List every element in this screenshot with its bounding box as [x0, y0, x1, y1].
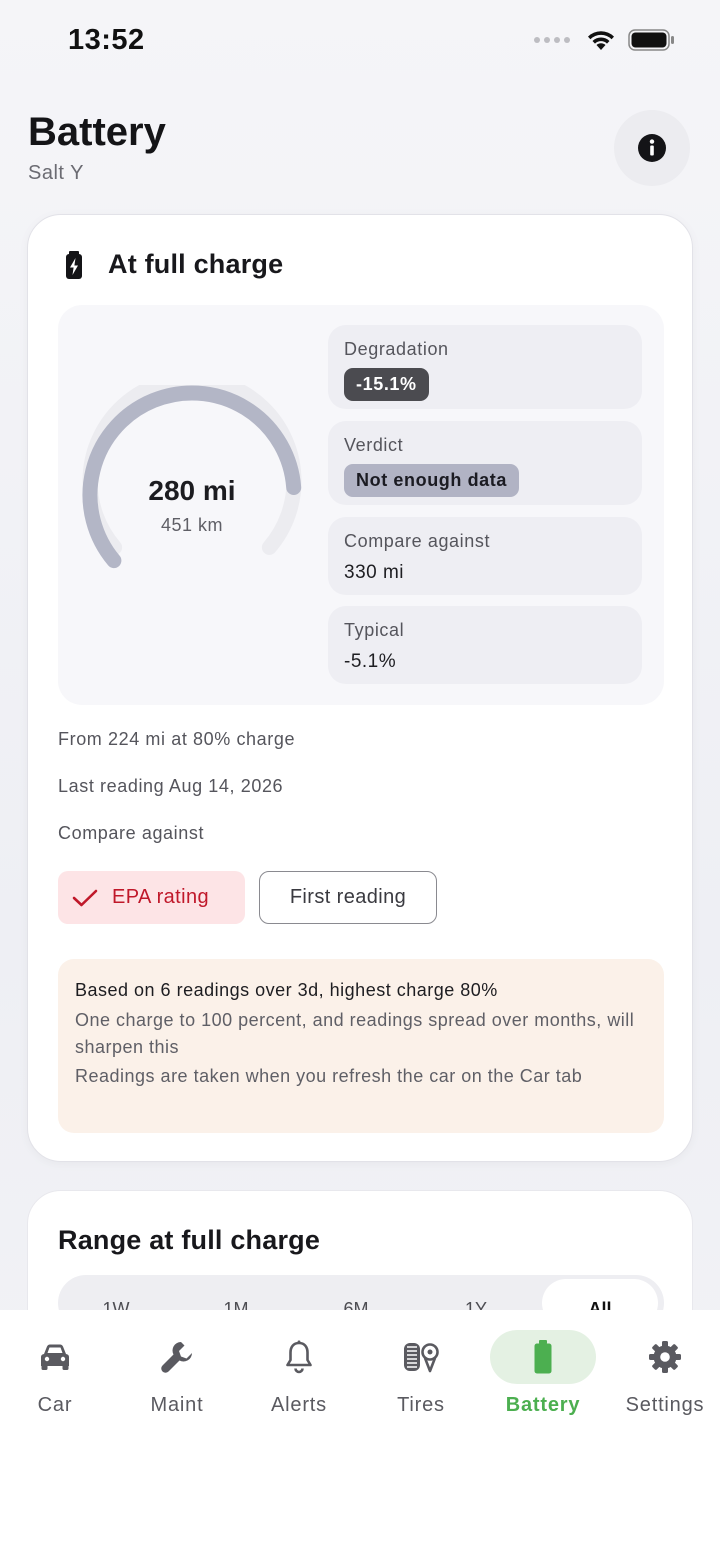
bottom-nav: Car Maint Alerts Tires Battery Settings [0, 1310, 720, 1558]
range-miles: 280 mi [148, 475, 236, 506]
degradation-stat: Degradation -15.1% [328, 325, 642, 409]
verdict-badge: Not enough data [344, 464, 519, 497]
wifi-icon [588, 31, 614, 50]
battery-status-icon [628, 29, 674, 51]
range-km: 451 km [160, 515, 224, 535]
stat-label: Verdict [344, 435, 404, 455]
nav-label: Tires [397, 1394, 445, 1416]
readings-note: Based on 6 readings over 3d, highest cha… [58, 959, 664, 1133]
stat-label: Degradation [344, 339, 449, 359]
nav-label: Maint [150, 1394, 204, 1416]
status-bar: 13:52 [0, 0, 720, 84]
car-icon [2, 1330, 108, 1384]
battery-charging-icon [66, 250, 82, 279]
nav-label: Alerts [271, 1394, 327, 1416]
status-time: 13:52 [68, 24, 145, 56]
info-button[interactable] [614, 110, 690, 186]
nav-tires[interactable]: Tires [366, 1330, 476, 1430]
verdict-stat: Verdict Not enough data [328, 421, 642, 505]
stat-label: Compare against [344, 531, 491, 551]
gear-icon [612, 1330, 718, 1384]
stat-value: 330 mi [344, 562, 405, 583]
typical-stat: Typical -5.1% [328, 606, 642, 684]
nav-battery[interactable]: Battery [488, 1330, 598, 1430]
nav-alerts[interactable]: Alerts [244, 1330, 354, 1430]
epa-rating-label: EPA rating [112, 886, 210, 908]
note-help: Readings are taken when you refresh the … [75, 1066, 583, 1086]
note-summary: Based on 6 readings over 3d, highest cha… [75, 980, 498, 1000]
tire-icon [368, 1330, 474, 1384]
nav-label: Car [37, 1394, 73, 1416]
stat-label: Typical [344, 620, 405, 640]
note-tip: One charge to 100 percent, and readings … [75, 1010, 635, 1057]
degradation-badge: -15.1% [344, 368, 429, 401]
wrench-icon [124, 1330, 230, 1384]
first-reading-chip[interactable]: First reading [259, 871, 437, 924]
info-icon [638, 134, 666, 162]
full-charge-card: At full charge 280 mi 451 km Degradation… [27, 214, 693, 1162]
compare-against-label: Compare against [58, 823, 205, 843]
nav-label: Battery [505, 1394, 581, 1416]
bell-icon [246, 1330, 352, 1384]
vehicle-name: Salt Y [28, 162, 84, 184]
nav-maint[interactable]: Maint [122, 1330, 232, 1430]
page-title: Battery [28, 110, 166, 154]
compare-stat: Compare against 330 mi [328, 517, 642, 595]
nav-settings[interactable]: Settings [610, 1330, 720, 1430]
nav-car[interactable]: Car [0, 1330, 110, 1430]
stats-panel: 280 mi 451 km Degradation -15.1% Verdict… [58, 305, 664, 705]
stat-value: -5.1% [344, 651, 397, 672]
card-header: At full charge [60, 249, 283, 280]
check-icon [72, 889, 98, 906]
from-charge-text: From 224 mi at 80% charge [58, 729, 296, 749]
nav-label: Settings [625, 1394, 705, 1416]
epa-rating-chip[interactable]: EPA rating [58, 871, 245, 924]
status-icons [534, 28, 676, 52]
signal-icon [534, 37, 570, 43]
last-reading-text: Last reading Aug 14, 2026 [58, 776, 284, 796]
battery-icon [490, 1330, 596, 1384]
range-card-title: Range at full charge [58, 1225, 321, 1255]
card-title: At full charge [108, 249, 284, 279]
